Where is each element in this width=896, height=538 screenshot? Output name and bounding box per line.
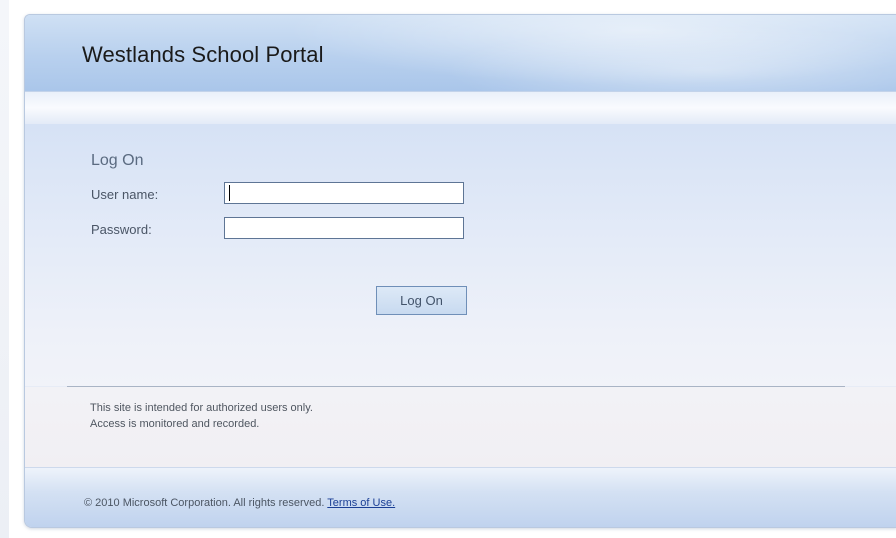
left-edge-strip	[0, 0, 9, 538]
logon-button[interactable]: Log On	[376, 286, 467, 315]
notice-line-monitored: Access is monitored and recorded.	[90, 418, 260, 430]
text-cursor	[229, 185, 230, 201]
login-form: Log On User name: Password: Log On	[25, 124, 896, 386]
username-input[interactable]	[224, 182, 464, 204]
terms-of-use-link[interactable]: Terms of Use.	[327, 497, 395, 509]
site-title: Westlands School Portal	[82, 42, 324, 67]
copyright-notice: © 2010 Microsoft Corporation. All rights…	[84, 497, 395, 509]
copyright-text: © 2010 Microsoft Corporation. All rights…	[84, 497, 325, 509]
navigation-bar	[25, 91, 896, 125]
portal-footer: © 2010 Microsoft Corporation. All rights…	[25, 467, 896, 527]
notice-line-authorized: This site is intended for authorized use…	[90, 402, 313, 414]
security-notice: This site is intended for authorized use…	[25, 387, 896, 467]
password-input[interactable]	[224, 217, 464, 239]
portal-header: Westlands School Portal	[25, 15, 896, 91]
portal-panel: Westlands School Portal Log On User name…	[24, 14, 896, 528]
password-label: Password:	[91, 222, 152, 237]
logon-heading: Log On	[91, 152, 144, 169]
page: Westlands School Portal Log On User name…	[0, 0, 896, 538]
username-label: User name:	[91, 187, 159, 202]
